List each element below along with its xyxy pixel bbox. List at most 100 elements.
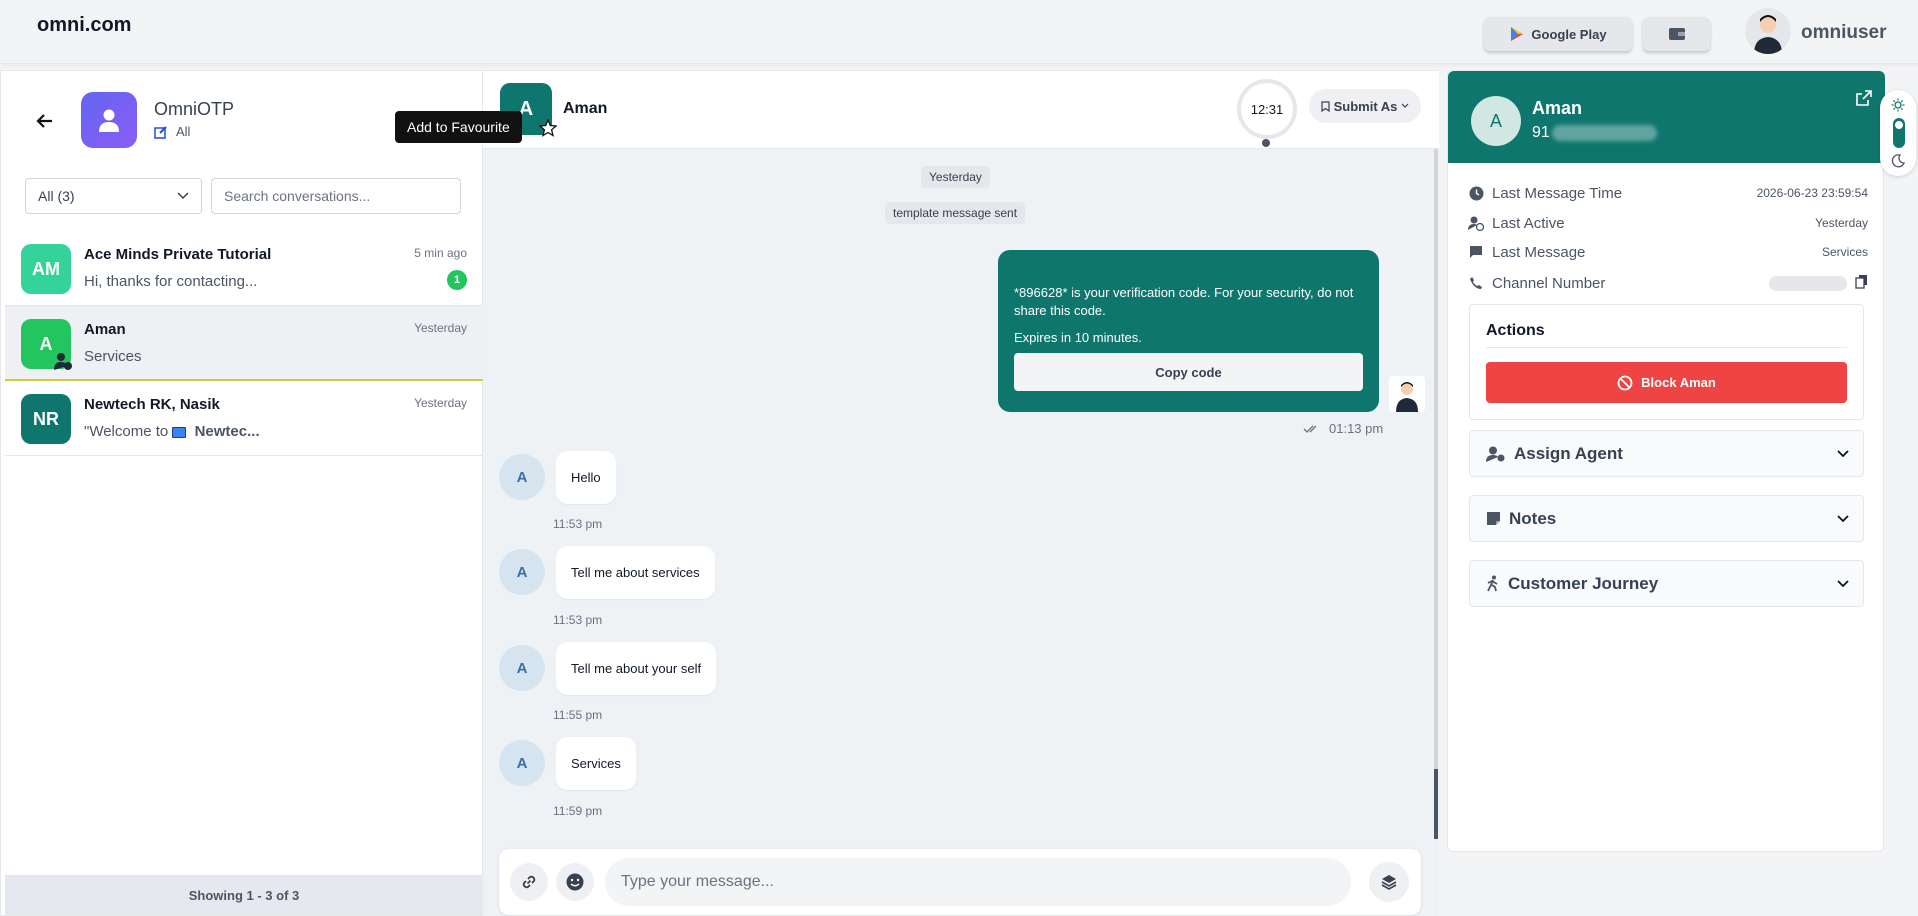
conversation-time: Yesterday	[414, 396, 467, 410]
filter-select-value: All (3)	[38, 188, 75, 204]
message-time: 11:55 pm	[553, 708, 603, 722]
template-expiry-text: Expires in 10 minutes.	[1014, 330, 1142, 345]
ban-icon	[1617, 375, 1633, 390]
user-icon	[99, 109, 119, 132]
conversation-name: Newtech RK, Nasik	[84, 396, 220, 413]
note-icon	[1487, 512, 1500, 525]
user-gear-icon	[1486, 446, 1505, 462]
incoming-message: Tell me about services	[556, 546, 715, 599]
conversation-item[interactable]: AM Ace Minds Private Tutorial Hi, thanks…	[5, 231, 483, 306]
sender-avatar: A	[499, 740, 545, 786]
agent-avatar-icon	[1396, 382, 1418, 412]
emoji-button[interactable]	[556, 863, 594, 901]
session-timer: 12:31	[1237, 79, 1297, 139]
chat-panel: A Aman 12:31 Submit As Yesterday templat…	[483, 70, 1439, 916]
brand-logo[interactable]: omni.com	[37, 14, 131, 37]
info-label: Last Message Time	[1492, 184, 1623, 202]
conversation-time: 5 min ago	[414, 246, 467, 260]
info-label: Last Active	[1492, 214, 1565, 232]
notes-accordion[interactable]: Notes	[1469, 495, 1864, 542]
search-conversations-input[interactable]	[211, 178, 461, 214]
google-play-icon	[1511, 27, 1524, 41]
chevron-down-icon	[177, 192, 189, 200]
bookmark-icon	[1320, 100, 1330, 112]
google-play-label: Google Play	[1531, 26, 1607, 42]
masked-channel-number	[1769, 275, 1847, 291]
conversation-last-message: Services	[84, 348, 142, 365]
message-prefix: "Welcome to	[84, 423, 173, 440]
favourite-tooltip: Add to Favourite	[395, 111, 522, 143]
conversation-item[interactable]: NR Newtech RK, Nasik "Welcome to Newtec.…	[5, 381, 483, 456]
incoming-message: Services	[556, 737, 636, 790]
conversation-list: AM Ace Minds Private Tutorial Hi, thanks…	[5, 231, 483, 456]
copy-icon[interactable]	[1855, 274, 1868, 293]
submit-as-button[interactable]: Submit As	[1309, 89, 1421, 123]
computer-icon	[172, 426, 187, 438]
sun-icon	[1891, 98, 1905, 112]
open-external-button[interactable]	[1856, 90, 1872, 111]
assign-agent-accordion[interactable]: Assign Agent	[1469, 430, 1864, 477]
accordion-label: Assign Agent	[1514, 443, 1623, 463]
layers-icon	[1381, 875, 1397, 890]
contact-avatar: A	[1471, 96, 1521, 146]
user-avatar[interactable]	[1745, 8, 1791, 54]
customer-journey-accordion[interactable]: Customer Journey	[1469, 560, 1864, 607]
walking-icon	[1487, 575, 1498, 592]
info-value: Yesterday	[1815, 216, 1868, 230]
block-contact-button[interactable]: Block Aman	[1486, 362, 1847, 403]
message-bold: Newtec...	[194, 423, 260, 440]
favourite-star-button[interactable]	[538, 118, 558, 142]
block-contact-label: Block Aman	[1641, 375, 1716, 390]
top-bar: omni.com Google Play omniuser	[0, 0, 1918, 64]
template-time-label: 01:13 pm	[1329, 421, 1384, 436]
star-icon	[538, 118, 558, 137]
double-check-icon	[1303, 425, 1317, 433]
phone-icon	[1468, 275, 1484, 291]
conversation-panel: OmniOTP All Add to Favourite All (3) AM …	[0, 70, 522, 916]
copy-code-button[interactable]: Copy code	[1014, 353, 1363, 391]
template-message-text: *896628* is your verification code. For …	[1014, 285, 1354, 318]
account-filter[interactable]: All	[154, 124, 190, 139]
info-channel-number: Channel Number	[1468, 273, 1868, 293]
smile-icon	[566, 873, 584, 891]
chat-scrollbar[interactable]	[1434, 149, 1438, 839]
theme-toggle[interactable]	[1880, 90, 1916, 176]
chat-scrollbar-thumb[interactable]	[1434, 769, 1438, 839]
contact-name: Aman	[1532, 98, 1583, 118]
theme-toggle-knob[interactable]	[1895, 121, 1903, 129]
message-time: 11:53 pm	[553, 613, 603, 627]
chevron-down-icon	[1837, 449, 1849, 457]
contact-header: A Aman 91	[1448, 71, 1885, 163]
conversation-item-active[interactable]: A Aman Services Yesterday	[5, 306, 483, 381]
info-label: Last Message	[1492, 243, 1586, 261]
google-play-button[interactable]: Google Play	[1484, 17, 1632, 51]
contact-phone-prefix: 91	[1532, 124, 1550, 141]
attach-button[interactable]	[510, 863, 548, 901]
conversation-avatar: NR	[21, 394, 71, 444]
message-input[interactable]	[605, 858, 1351, 906]
accordion-label: Notes	[1509, 508, 1557, 528]
agent-avatar	[1389, 376, 1425, 412]
assigned-agent-icon	[54, 353, 72, 370]
wallet-button[interactable]	[1643, 17, 1710, 51]
conversation-name: Ace Minds Private Tutorial	[84, 246, 272, 263]
accordion-label: Customer Journey	[1508, 573, 1659, 593]
template-message-time: 01:13 pm	[1303, 421, 1383, 436]
chevron-down-icon	[1401, 103, 1409, 108]
conversation-avatar: AM	[21, 244, 71, 294]
timer-indicator	[1262, 139, 1270, 147]
chevron-down-icon	[1837, 579, 1849, 587]
incoming-message: Hello	[556, 451, 616, 504]
account-avatar	[81, 92, 137, 148]
incoming-message: Tell me about your self	[556, 642, 717, 695]
actions-card: Actions Block Aman	[1469, 304, 1864, 420]
templates-button[interactable]	[1369, 862, 1409, 902]
message-composer	[499, 849, 1421, 915]
account-name: OmniOTP	[154, 99, 235, 119]
message-list: Yesterday template message sent *896628*…	[483, 149, 1439, 916]
sender-avatar: A	[499, 454, 545, 500]
user-name[interactable]: omniuser	[1801, 22, 1887, 44]
conversation-filter-select[interactable]: All (3)	[25, 178, 202, 214]
back-button[interactable]	[31, 107, 59, 135]
chevron-down-icon	[1837, 514, 1849, 522]
